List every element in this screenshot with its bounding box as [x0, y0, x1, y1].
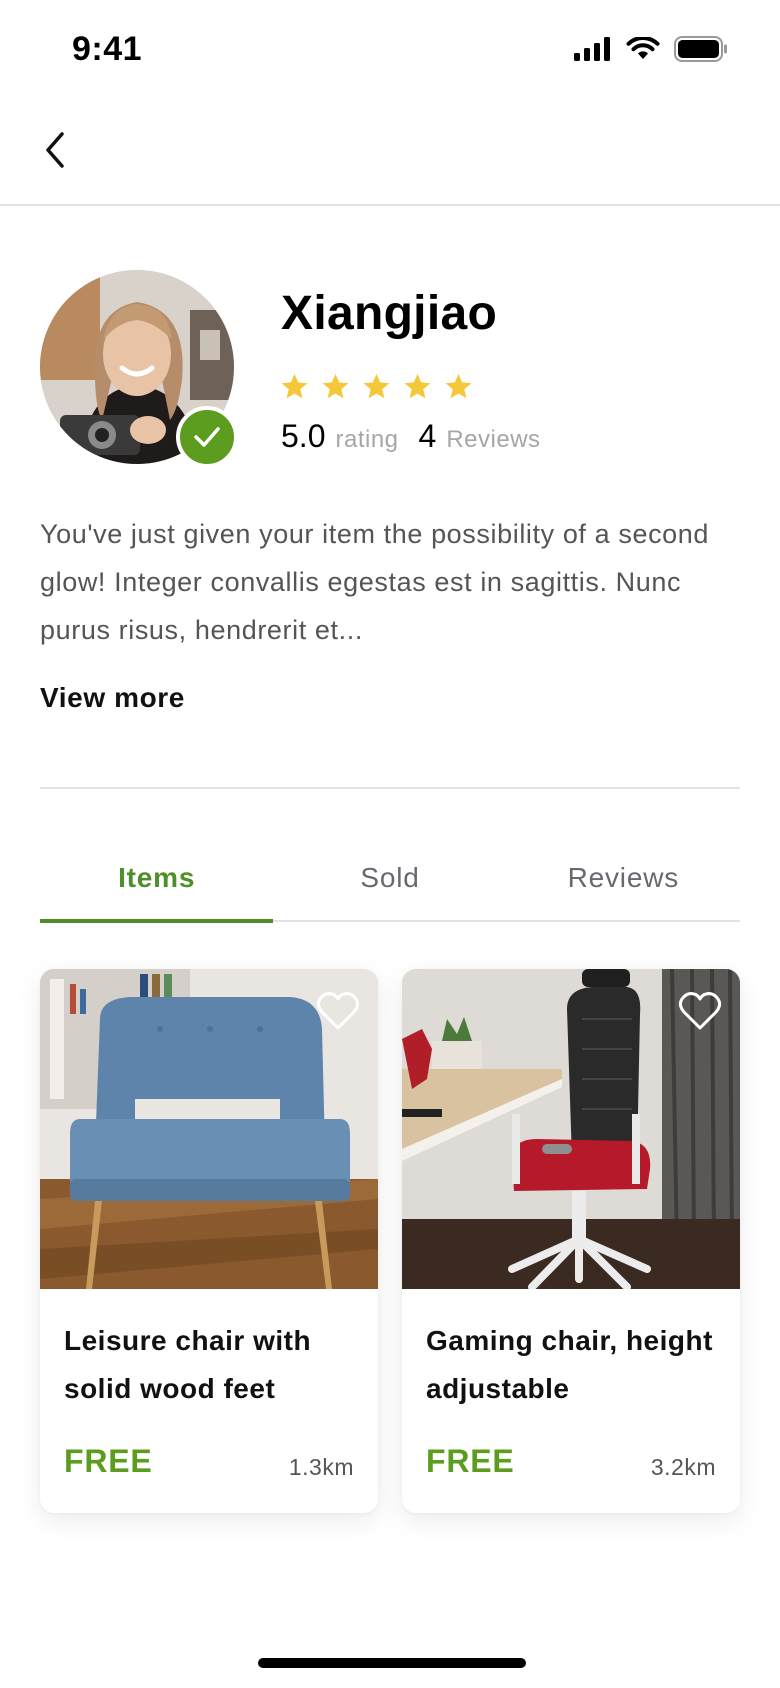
wifi-icon — [626, 37, 660, 59]
star-icon — [363, 373, 390, 399]
star-icon — [445, 373, 472, 399]
item-image — [40, 969, 378, 1289]
favorite-button[interactable] — [678, 991, 722, 1031]
heart-icon — [316, 992, 360, 1030]
home-indicator — [258, 1658, 526, 1668]
back-button[interactable] — [30, 120, 80, 180]
item-distance: 3.2km — [650, 1454, 716, 1480]
battery-icon — [674, 36, 727, 62]
view-more-link[interactable]: View more — [40, 682, 185, 714]
status-bar: 9:41 — [0, 0, 780, 100]
status-icons — [574, 36, 728, 62]
star-icon — [404, 373, 431, 399]
seller-profile-screen: 9:41 Xiangjiao 5.0 rating 4 Reviews You'… — [0, 0, 780, 1688]
tab-sold[interactable]: Sold — [273, 850, 506, 920]
tab-reviews[interactable]: Reviews — [507, 850, 740, 920]
item-card[interactable]: Leisure chair with solid wood feet FREE … — [40, 969, 378, 1513]
favorite-button[interactable] — [316, 991, 360, 1031]
star-icon — [322, 373, 349, 399]
chevron-left-icon — [46, 132, 64, 168]
item-card[interactable]: Gaming chair, height adjustable FREE 3.2… — [402, 969, 740, 1513]
heart-icon — [678, 992, 722, 1030]
item-title: Leisure chair with solid wood feet — [64, 1325, 312, 1404]
item-price: FREE — [426, 1443, 515, 1479]
star-icon — [281, 373, 308, 399]
review-count: 4 — [418, 418, 437, 454]
item-price: FREE — [64, 1443, 153, 1479]
item-image — [402, 969, 740, 1289]
item-title: Gaming chair, height adjustable — [426, 1325, 713, 1404]
tab-items[interactable]: Items — [40, 850, 274, 923]
profile-name: Xiangjiao — [281, 287, 498, 340]
item-grid: Leisure chair with solid wood feet FREE … — [40, 969, 740, 1513]
status-time: 9:41 — [72, 30, 143, 68]
rating-value: 5.0 — [281, 418, 326, 454]
profile-tabs: Items Sold Reviews — [40, 850, 740, 923]
nav-bar — [0, 100, 780, 206]
checkmark-icon — [194, 427, 220, 447]
section-divider — [40, 787, 740, 789]
profile-avatar-container — [40, 270, 238, 468]
star-rating — [280, 372, 473, 401]
rating-label: rating — [335, 426, 399, 453]
profile-bio: You've just given your item the possibil… — [40, 519, 710, 645]
verified-badge — [176, 406, 238, 468]
review-label: Reviews — [446, 426, 541, 453]
signal-icon — [574, 37, 610, 61]
item-distance: 1.3km — [288, 1454, 354, 1480]
rating-summary: 5.0 rating 4 Reviews — [281, 418, 541, 455]
